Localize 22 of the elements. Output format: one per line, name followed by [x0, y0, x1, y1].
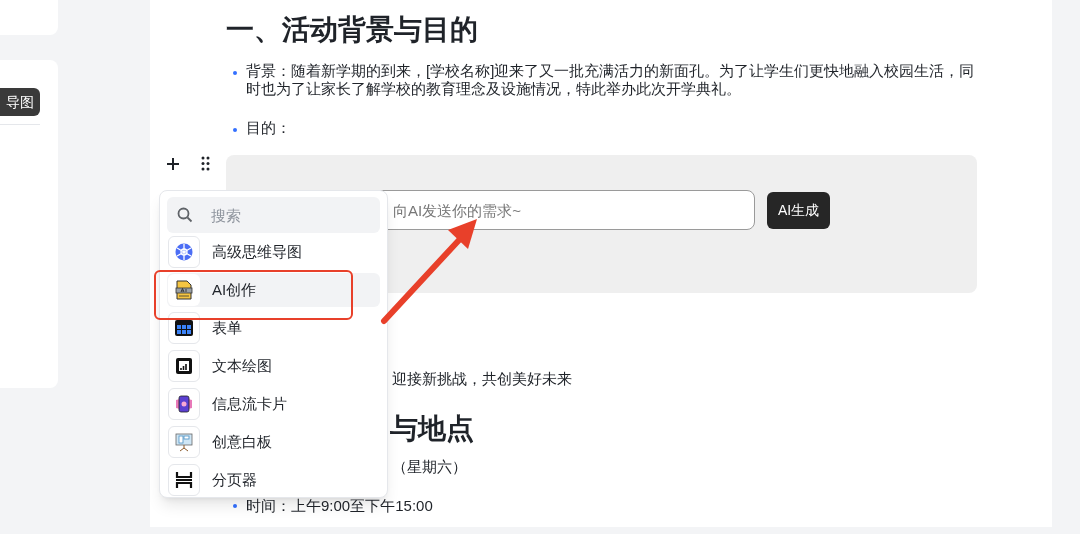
ai-generate-button[interactable]: AI生成	[767, 192, 830, 229]
ai-document-icon	[174, 280, 194, 300]
section-heading: 与地点	[390, 412, 474, 446]
paragraph-text: 迎接新挑战，共创美好未来	[392, 369, 572, 389]
bar-chart-icon	[174, 356, 194, 376]
search-icon	[177, 207, 193, 223]
drag-handle-icon[interactable]	[201, 156, 210, 171]
bullet-text: 背景：随着新学期的到来，[学校名称]迎来了又一批充满活力的新面孔。为了让学生们更快地融入校园生活，同时也为了让家长了解学校的教育理念及设施情况，特此举办此次开学典礼。	[246, 62, 976, 98]
menu-item[interactable]: AI创作	[167, 273, 380, 307]
bullet-text: 时间：上午9:00至下午15:00	[246, 497, 433, 515]
table-icon	[174, 318, 194, 338]
menu-item[interactable]: 分页器	[167, 463, 380, 497]
search-field[interactable]: 搜索	[167, 197, 380, 233]
paragraph-text: （星期六）	[392, 457, 467, 477]
section-heading: 一、活动背景与目的	[226, 13, 479, 47]
card-icon	[174, 394, 194, 414]
bullet-text: 目的：	[246, 119, 292, 137]
pagination-icon	[174, 470, 194, 490]
tooltip-chip: 导图	[0, 88, 40, 116]
network-icon	[174, 242, 194, 262]
add-icon[interactable]	[166, 157, 180, 171]
whiteboard-icon	[174, 432, 194, 452]
